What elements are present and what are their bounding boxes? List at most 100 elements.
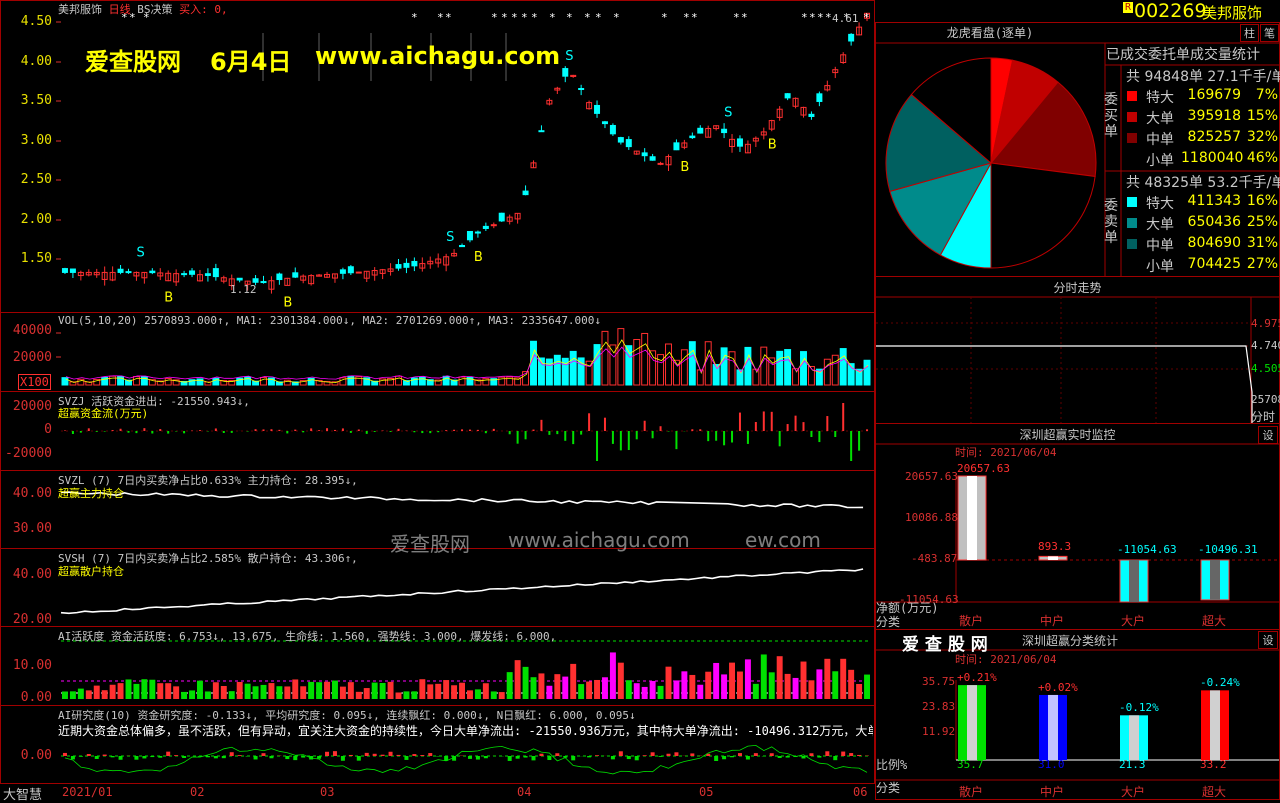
- activity-bar: [761, 654, 767, 699]
- activity-bar: [94, 686, 100, 699]
- activity-bar: [126, 679, 132, 699]
- activity-bar: [181, 692, 187, 699]
- activity-bar: [102, 690, 108, 699]
- monitor-bar-value: 20657.63: [957, 462, 1010, 475]
- volume-bar: [785, 350, 791, 385]
- signal-star: *: [531, 11, 538, 24]
- classify-category: 散户: [959, 783, 983, 800]
- research-bar: [142, 756, 146, 758]
- column-button[interactable]: 柱: [1240, 24, 1259, 42]
- monitor-bar-highlight: [967, 476, 977, 560]
- order-label: 小单: [1146, 256, 1174, 276]
- activity-bar: [626, 680, 632, 699]
- activity-bar: [380, 683, 386, 699]
- research-bar: [317, 756, 321, 759]
- research-bar: [825, 751, 829, 756]
- activity-bar: [110, 685, 116, 699]
- buy-label: 买入: 0,: [179, 3, 228, 16]
- order-percent: 32%: [1244, 129, 1278, 145]
- research-bar: [119, 756, 123, 760]
- ai-research-header: AI研究度(10) 资金研究度: -0.133↓, 平均研究度: 0.095↓,…: [58, 707, 873, 723]
- research-bar: [95, 756, 99, 759]
- mid-watermark-site: 爱查股网: [390, 528, 470, 557]
- monitor-axis-1: 10086.88: [905, 511, 958, 524]
- legend-swatch: [1127, 197, 1137, 207]
- research-bar: [238, 755, 242, 756]
- activity-bar: [221, 686, 227, 699]
- price-axis-2: 3.50: [4, 93, 52, 108]
- classify-bar-highlight: [967, 685, 977, 760]
- pie-slice: [991, 163, 1095, 268]
- fenshi-panel[interactable]: [875, 276, 1280, 424]
- order-percent: 7%: [1244, 87, 1278, 103]
- activity-bar: [594, 680, 600, 699]
- activity-bar: [697, 685, 703, 699]
- price-axis-3: 3.00: [4, 133, 52, 148]
- research-bar: [325, 752, 329, 756]
- fenshi-title: 分时走势: [875, 279, 1280, 296]
- activity-bar: [578, 684, 584, 699]
- activity-bar: [189, 690, 195, 699]
- classify-value: 35.7: [957, 758, 984, 771]
- activity-bar: [777, 656, 783, 699]
- legend-swatch: [1127, 218, 1137, 228]
- candle-body: [809, 114, 814, 116]
- activity-bar: [86, 690, 92, 699]
- activity-bar: [554, 674, 560, 699]
- research-bar: [468, 756, 472, 759]
- vol-axis-0: 40000: [4, 323, 52, 338]
- order-row: 特大41134316%: [1126, 193, 1280, 213]
- candle-body: [658, 163, 663, 164]
- research-bar: [389, 752, 393, 756]
- price-axis-0: 4.50: [4, 14, 52, 29]
- fenshi-axis-3: 25708: [1251, 393, 1280, 406]
- order-value: 704425: [1181, 256, 1241, 272]
- volume-bar: [78, 379, 84, 385]
- period-label[interactable]: 日线: [109, 3, 131, 16]
- volume-bar: [459, 377, 465, 385]
- sell-side-label: 委卖单: [1104, 198, 1118, 246]
- classify-title: 深圳超赢分类统计: [1015, 632, 1125, 649]
- candle-body: [70, 269, 75, 272]
- svzl-sub: 超赢主力持仓: [58, 485, 124, 501]
- research-bar: [619, 751, 623, 756]
- signal-star: *: [613, 11, 620, 24]
- volume-bar: [840, 349, 846, 385]
- classify-bar-highlight: [1048, 695, 1058, 760]
- volume-bar: [793, 369, 799, 385]
- stock-name: 美邦服饰: [58, 3, 102, 16]
- signal-star: *: [566, 11, 573, 24]
- order-label: 中单: [1146, 235, 1174, 255]
- volume-bar: [570, 351, 576, 385]
- activity-bar: [411, 691, 417, 699]
- classify-settings-button[interactable]: 设: [1258, 631, 1278, 649]
- candle-body: [690, 136, 695, 138]
- research-bar: [508, 756, 512, 761]
- activity-bar: [62, 691, 68, 699]
- volume-bar: [737, 370, 743, 385]
- research-bar: [635, 756, 639, 760]
- signal-star: *: [445, 11, 452, 24]
- monitor-bar-highlight: [1048, 556, 1058, 560]
- order-label: 小单: [1146, 150, 1174, 170]
- volume-bar: [308, 378, 314, 385]
- research-bar: [484, 756, 488, 758]
- stroke-button[interactable]: 笔: [1260, 24, 1279, 42]
- signal-star: *: [661, 11, 668, 24]
- research-bar: [222, 756, 226, 758]
- volume-bar: [419, 377, 425, 385]
- activity-bar: [538, 673, 544, 699]
- order-value: 169679: [1181, 87, 1241, 103]
- signal-star: *: [584, 11, 591, 24]
- order-row: 大单65043625%: [1126, 214, 1280, 234]
- activity-bar: [515, 660, 521, 699]
- activity-bar: [332, 681, 338, 699]
- activity-bar: [658, 686, 664, 699]
- monitor-settings-button[interactable]: 设: [1258, 426, 1278, 444]
- monitor-axis-2: -483.87: [911, 552, 957, 565]
- candle-body: [261, 282, 266, 283]
- volume-bar: [705, 342, 711, 385]
- svzj-axis-2: -20000: [4, 446, 52, 461]
- activity-bar: [475, 689, 481, 699]
- order-row: 中单80469031%: [1126, 235, 1280, 255]
